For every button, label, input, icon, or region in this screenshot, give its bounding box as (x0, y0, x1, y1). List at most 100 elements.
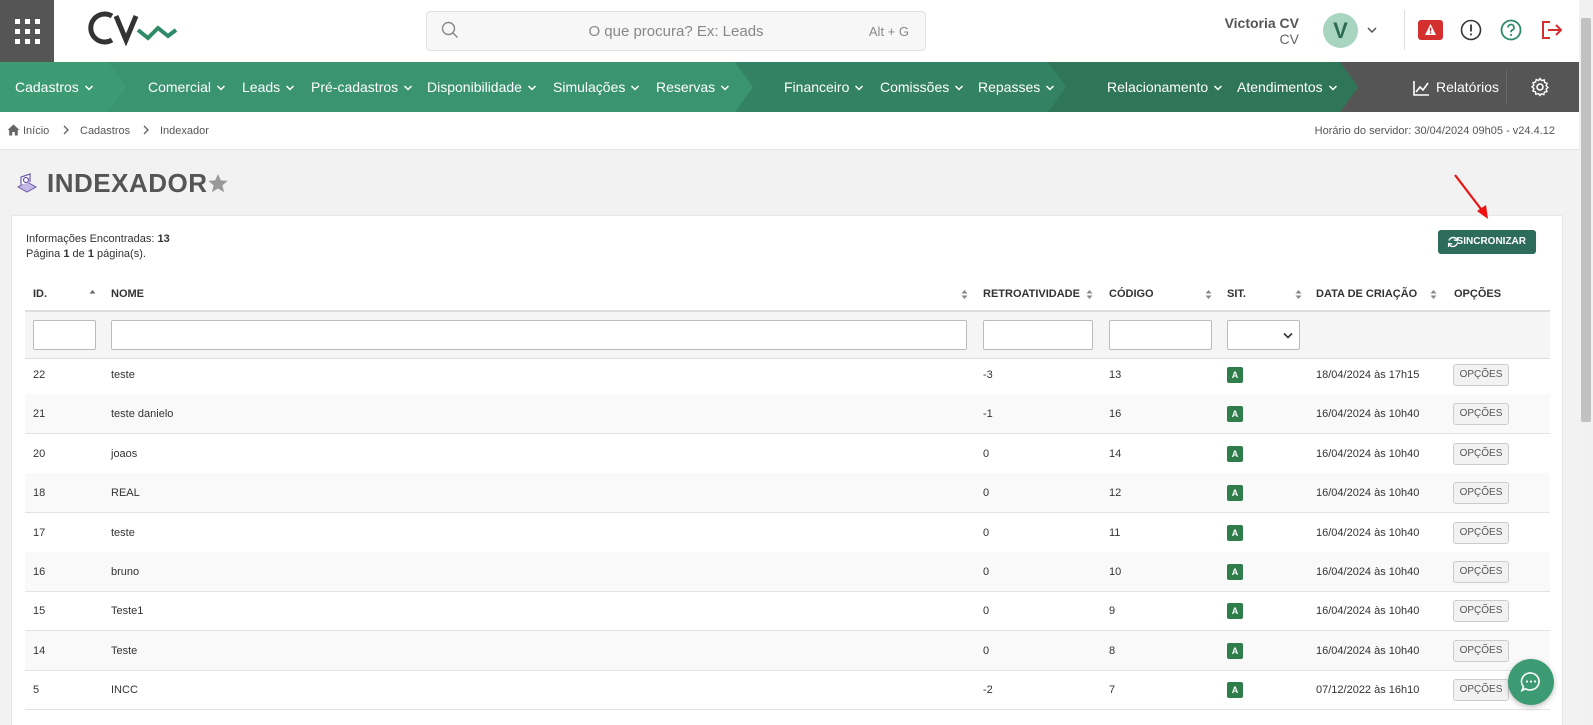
cell-nome: joaos (111, 447, 138, 460)
chevron-down-icon[interactable] (1366, 24, 1378, 36)
scrollbar[interactable] (1579, 0, 1593, 725)
sort-icon[interactable] (1295, 289, 1302, 300)
breadcrumb-inicio[interactable]: Início (23, 125, 49, 137)
cell-id: 21 (33, 408, 46, 421)
chart-line-icon (1413, 81, 1429, 97)
search-box[interactable]: O que procura? Ex: Leads Alt + G (426, 11, 926, 51)
cell-data-criacao: 16/04/2024 às 10h40 (1316, 605, 1420, 618)
sort-icon[interactable] (1205, 289, 1212, 300)
options-button[interactable]: OPÇÕES (1453, 442, 1509, 465)
logout-icon[interactable] (1540, 19, 1564, 41)
nav-relatorios[interactable]: Relatórios (1412, 62, 1499, 112)
cell-data-criacao: 16/04/2024 às 10h40 (1316, 447, 1420, 460)
search-placeholder[interactable]: O que procura? Ex: Leads (427, 23, 925, 40)
chevron-down-icon (631, 85, 640, 91)
col-nome[interactable]: NOME (111, 288, 144, 300)
scrollbar-thumb[interactable] (1581, 18, 1591, 422)
table-row[interactable]: 21 teste danielo -1 16 16/04/2024 às 10h40 A O… (25, 394, 1550, 435)
logo[interactable] (86, 10, 182, 52)
col-retroatividade[interactable]: RETROATIVIDADE (983, 288, 1080, 300)
filter-nome-input[interactable] (111, 320, 967, 350)
breadcrumb-cadastros[interactable]: Cadastros (80, 125, 130, 137)
options-button[interactable]: OPÇÕES (1453, 561, 1509, 583)
sync-button[interactable]: SINCRONIZAR (1438, 230, 1536, 254)
help-icon[interactable] (1500, 19, 1522, 41)
star-icon[interactable] (207, 173, 229, 194)
apps-menu-button[interactable] (0, 0, 54, 62)
table-row[interactable]: 17 teste 0 11 16/04/2024 às 10h40 A OPÇÕES (25, 513, 1550, 553)
col-data-criacao[interactable]: DATA DE CRIAÇÃO (1316, 288, 1417, 300)
cell-codigo: 7 (1109, 684, 1116, 697)
home-icon[interactable] (7, 124, 20, 136)
filter-situacao-select[interactable] (1227, 320, 1300, 350)
col-id[interactable]: ID. (33, 288, 47, 300)
nav-pre-cadastros[interactable]: Pré-cadastros (311, 62, 413, 112)
sort-icon[interactable] (1430, 289, 1437, 300)
table-row[interactable]: 22 teste -3 13 18/04/2024 às 17h15 A OPÇÕES (25, 355, 1550, 395)
table-row[interactable]: 15 Teste1 0 9 16/04/2024 às 10h40 A OPÇÕES (25, 591, 1550, 632)
cell-retroatividade: 0 (983, 605, 990, 618)
nav-financeiro[interactable]: Financeiro (784, 62, 864, 112)
table-row[interactable]: 14 Teste 0 8 16/04/2024 às 10h40 A OPÇÕES (25, 630, 1550, 671)
cell-id: 16 (33, 566, 46, 578)
filter-codigo-input[interactable] (1109, 320, 1212, 350)
table-row[interactable]: 5 INCC -2 7 07/12/2022 às 16h10 A OPÇÕES (25, 670, 1550, 711)
nav-cadastros[interactable]: Cadastros (15, 62, 94, 112)
options-button[interactable]: OPÇÕES (1453, 679, 1509, 702)
cell-retroatividade: -2 (983, 684, 993, 697)
cell-data-criacao: 16/04/2024 às 10h40 (1316, 644, 1420, 657)
avatar[interactable]: V (1323, 13, 1358, 48)
options-button[interactable]: OPÇÕES (1453, 403, 1509, 426)
breadcrumb: Início Cadastros Indexador Horário do se… (0, 112, 1579, 150)
nav-comercial[interactable]: Comercial (148, 62, 226, 112)
options-button[interactable]: OPÇÕES (1453, 482, 1509, 505)
nav-repasses[interactable]: Repasses (978, 62, 1055, 112)
options-button[interactable]: OPÇÕES (1453, 600, 1509, 623)
options-button[interactable]: OPÇÕES (1453, 639, 1509, 662)
chat-button[interactable] (1508, 659, 1554, 705)
options-button[interactable]: OPÇÕES (1453, 521, 1509, 544)
logo-icon (88, 11, 178, 47)
nav-simulacoes[interactable]: Simulações (553, 62, 640, 112)
table-row[interactable]: 20 joaos 0 14 16/04/2024 às 10h40 A OPÇÕES (25, 434, 1550, 474)
page-word: Página (26, 248, 61, 260)
gear-icon[interactable] (1530, 77, 1550, 97)
chevron-down-icon (721, 85, 730, 91)
chevron-right-icon (143, 125, 149, 135)
col-codigo[interactable]: CÓDIGO (1109, 288, 1154, 300)
table-row[interactable]: 18 REAL 0 12 16/04/2024 às 10h40 A OPÇÕES (25, 473, 1550, 514)
nav-divider (1506, 70, 1507, 104)
nav-atendimentos[interactable]: Atendimentos (1237, 62, 1338, 112)
sort-icon[interactable] (1086, 289, 1093, 300)
cell-codigo: 16 (1109, 408, 1122, 421)
col-situacao[interactable]: SIT. (1227, 288, 1246, 300)
info-icon[interactable] (1460, 19, 1482, 41)
cell-id: 18 (33, 487, 46, 500)
indexer-icon (16, 173, 38, 193)
status-badge: A (1227, 524, 1243, 541)
sort-icon[interactable] (961, 289, 968, 300)
user-info[interactable]: Victoria CV CV (1225, 15, 1299, 47)
nav-reservas[interactable]: Reservas (656, 62, 730, 112)
main-nav: Cadastros Comercial Leads Pré-cadastros … (0, 62, 1579, 112)
filter-row (25, 312, 1550, 359)
nav-leads[interactable]: Leads (242, 62, 295, 112)
alert-button[interactable] (1418, 20, 1443, 40)
cell-retroatividade: 0 (983, 487, 990, 500)
status-badge: A (1227, 445, 1243, 462)
filter-id-input[interactable] (33, 320, 96, 350)
table-row[interactable]: 16 bruno 0 10 16/04/2024 às 10h40 A OPÇÕES (25, 552, 1550, 592)
results-count-line: Informações Encontradas: 13 (26, 232, 170, 247)
cell-id: 20 (33, 447, 46, 460)
sort-asc-icon[interactable] (89, 289, 96, 300)
nav-relacionamento[interactable]: Relacionamento (1107, 62, 1223, 112)
filter-retroatividade-input[interactable] (983, 320, 1093, 350)
results-count-label: Informações Encontradas: (26, 233, 155, 245)
table-header: ID. NOME RETROATIVIDADE CÓDIGO SIT. DATA… (25, 282, 1550, 312)
nav-disponibilidade[interactable]: Disponibilidade (427, 62, 537, 112)
cell-nome: teste (111, 369, 135, 381)
nav-comissoes[interactable]: Comissões (880, 62, 964, 112)
cell-retroatividade: 0 (983, 447, 990, 460)
nav-label: Reservas (656, 79, 716, 95)
options-button[interactable]: OPÇÕES (1453, 364, 1509, 386)
